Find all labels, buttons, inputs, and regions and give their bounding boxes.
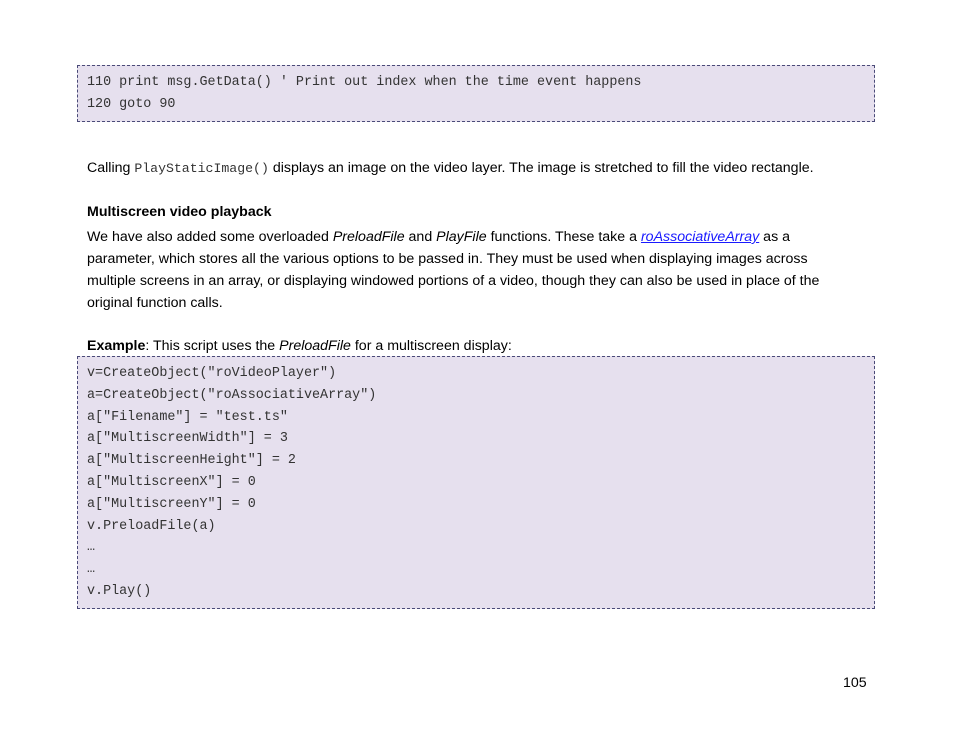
code-line: a=CreateObject("roAssociativeArray"): [87, 387, 377, 403]
example-label: Example: [87, 338, 146, 354]
code-line: v.PreloadFile(a): [87, 518, 216, 534]
body-text: and: [404, 229, 437, 245]
example-caption: Example: This script uses the PreloadFil…: [87, 335, 857, 357]
code-line: 120 goto 90: [87, 96, 176, 112]
body-italic: PlayFile: [436, 229, 487, 245]
body-italic: PreloadFile: [332, 229, 405, 245]
example-italic: PreloadFile: [279, 338, 351, 354]
paragraph-play-static-image: Calling PlayStaticImage() displays an im…: [87, 157, 857, 180]
code-line: …: [87, 540, 96, 556]
code-line: …: [87, 562, 96, 578]
page-number: 105: [843, 675, 867, 691]
paragraph-text: displays an image on the video layer. Th…: [268, 160, 814, 176]
code-line: a["MultiscreenWidth"] = 3: [87, 431, 288, 447]
code-line: a["MultiscreenY"] = 0: [87, 496, 256, 512]
example-text: : This script uses the: [145, 338, 280, 354]
ro-associative-array-link[interactable]: roAssociativeArray: [641, 229, 759, 245]
code-line: 110 print msg.GetData() ' Print out inde…: [87, 75, 642, 90]
section-body: We have also added some overloaded Prelo…: [87, 226, 857, 314]
example-text: for a multiscreen display:: [350, 338, 512, 354]
code-line: a["Filename"] = "test.ts": [87, 409, 288, 425]
code-line: a["MultiscreenX"] = 0: [87, 474, 256, 490]
code-line: a["MultiscreenHeight"] = 2: [87, 453, 296, 469]
code-line: v=CreateObject("roVideoPlayer"): [87, 366, 337, 381]
body-text: We have also added some overloaded: [87, 229, 333, 245]
code-block-1: 110 print msg.GetData() ' Print out inde…: [77, 65, 875, 122]
section-heading: Multiscreen video playback: [87, 204, 272, 220]
inline-code: PlayStaticImage(): [134, 161, 269, 176]
paragraph-text: Calling: [87, 160, 135, 176]
code-block-2: v=CreateObject("roVideoPlayer") a=Create…: [77, 356, 875, 609]
body-text: functions. These take a: [486, 229, 641, 245]
code-line: v.Play(): [87, 583, 152, 599]
